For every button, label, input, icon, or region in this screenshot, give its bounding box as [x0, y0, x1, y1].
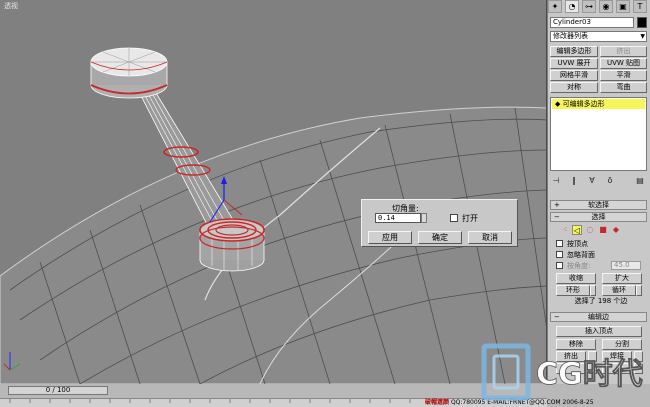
panel-tabs: ✦ ◔ ⊶ ◉ ▣ T — [548, 0, 650, 13]
ok-button[interactable]: 确定 — [418, 231, 462, 244]
show-end-result-icon[interactable]: ‖ — [568, 175, 580, 187]
chamfer-amount-input[interactable]: 0.14 — [375, 213, 421, 223]
motion-icon[interactable]: ◉ — [599, 0, 613, 13]
selection-count-text: 选择了 198 个边 — [574, 297, 628, 305]
bulb-icon: ◆ — [555, 100, 563, 108]
smooth-button[interactable]: 平滑 — [600, 70, 647, 81]
watermark-graphic: CG时代 — [481, 343, 643, 401]
modifier-list-label: 修改器列表 — [553, 32, 588, 40]
command-panel: ✦ ◔ ⊶ ◉ ▣ T Cylinder03 修改器列表 ▼ 编辑多边形 挤出 … — [548, 0, 650, 384]
cancel-button[interactable]: 取消 — [468, 231, 512, 244]
soft-selection-rollout[interactable]: + 软选择 — [550, 200, 647, 210]
loop-button[interactable]: 循环 — [602, 285, 636, 296]
viewport-label: 透视 — [4, 2, 18, 10]
grow-button[interactable]: 扩大 — [602, 273, 642, 284]
utilities-icon[interactable]: T — [633, 0, 647, 13]
stack-item-label: 可编辑多边形 — [562, 100, 605, 108]
time-slider[interactable]: 0 / 100 — [8, 386, 108, 395]
selection-rollout[interactable]: − 选择 — [550, 212, 647, 222]
make-unique-icon[interactable]: ∀ — [586, 175, 598, 187]
loop-spinner[interactable] — [636, 285, 642, 296]
modifier-stack[interactable]: ◆ 可编辑多边形 — [550, 97, 647, 171]
insert-vertex-button[interactable]: 插入顶点 — [556, 326, 642, 337]
ignore-backfacing-checkbox[interactable] — [556, 251, 563, 258]
chevron-down-icon: ▼ — [640, 33, 645, 40]
open-label: 打开 — [462, 214, 478, 223]
hierarchy-icon[interactable]: ⊶ — [582, 0, 596, 13]
by-vertex-checkbox[interactable] — [556, 240, 563, 247]
object-color-swatch[interactable] — [637, 17, 647, 28]
ignore-backfacing-label: 忽略背面 — [567, 251, 595, 259]
element-mode-icon[interactable]: ◆ — [611, 225, 621, 235]
create-icon[interactable]: ✦ — [548, 0, 562, 13]
by-vertex-label: 按顶点 — [567, 240, 588, 248]
edit-edges-rollout[interactable]: − 编辑边 — [550, 312, 647, 322]
selection-title: 选择 — [591, 213, 606, 221]
soft-selection-title: 软选择 — [588, 201, 609, 209]
minus-icon: − — [554, 213, 560, 221]
by-angle-label: 按角度: — [567, 262, 591, 270]
uvw-map-button[interactable]: UVW 贴图 — [600, 58, 647, 69]
object-name-field[interactable]: Cylinder03 — [550, 17, 634, 28]
polygon-mode-icon[interactable]: ■ — [598, 225, 608, 235]
modify-icon[interactable]: ◔ — [565, 0, 579, 13]
stack-toolbar: ⊣ ‖ ∀ ō ▤ — [550, 175, 647, 187]
bend-button[interactable]: 弯曲 — [600, 82, 647, 93]
open-checkbox[interactable] — [450, 214, 458, 222]
status-user: 破帽遮颜 — [425, 399, 450, 406]
chamfer-amount-spinner[interactable] — [421, 213, 427, 223]
watermark-text: CG时代 — [536, 357, 643, 392]
shrink-button[interactable]: 收缩 — [556, 273, 596, 284]
edit-poly-button[interactable]: 编辑多边形 — [550, 46, 598, 57]
ring-button[interactable]: 环形 — [556, 285, 590, 296]
perspective-viewport[interactable]: 透视 切角量: 0.14 打开 应用 确定 取消 — [0, 0, 547, 384]
extrude-modifier-button[interactable]: 挤出 — [600, 46, 647, 57]
configure-sets-icon[interactable]: ▤ — [634, 175, 646, 187]
apply-button[interactable]: 应用 — [368, 231, 412, 244]
edge-mode-icon[interactable]: ◁ — [572, 225, 582, 235]
meshsmooth-button[interactable]: 网格平滑 — [550, 70, 598, 81]
chamfer-dialog: 切角量: 0.14 打开 应用 确定 取消 — [361, 199, 518, 247]
plus-icon: + — [554, 201, 560, 209]
uvw-unwrap-button[interactable]: UVW 展开 — [550, 58, 598, 69]
cg-watermark-logo: CG时代 — [480, 338, 650, 404]
stack-item-editable-poly[interactable]: ◆ 可编辑多边形 — [552, 99, 645, 109]
modifier-list-dropdown[interactable]: 修改器列表 ▼ — [550, 31, 647, 42]
symmetry-button[interactable]: 对称 — [550, 82, 598, 93]
by-angle-checkbox[interactable] — [556, 262, 563, 269]
remove-modifier-icon[interactable]: ō — [604, 175, 616, 187]
pin-stack-icon[interactable]: ⊣ — [550, 175, 562, 187]
edit-edges-title: 编辑边 — [588, 313, 609, 321]
scene-geometry — [0, 47, 546, 384]
ring-spinner[interactable] — [590, 285, 596, 296]
vertex-mode-icon[interactable]: ⁖ — [560, 225, 570, 235]
display-icon[interactable]: ▣ — [616, 0, 630, 13]
border-mode-icon[interactable]: ◌ — [585, 225, 595, 235]
angle-input[interactable]: 45.0 — [611, 261, 641, 270]
minus-icon: − — [554, 313, 560, 321]
